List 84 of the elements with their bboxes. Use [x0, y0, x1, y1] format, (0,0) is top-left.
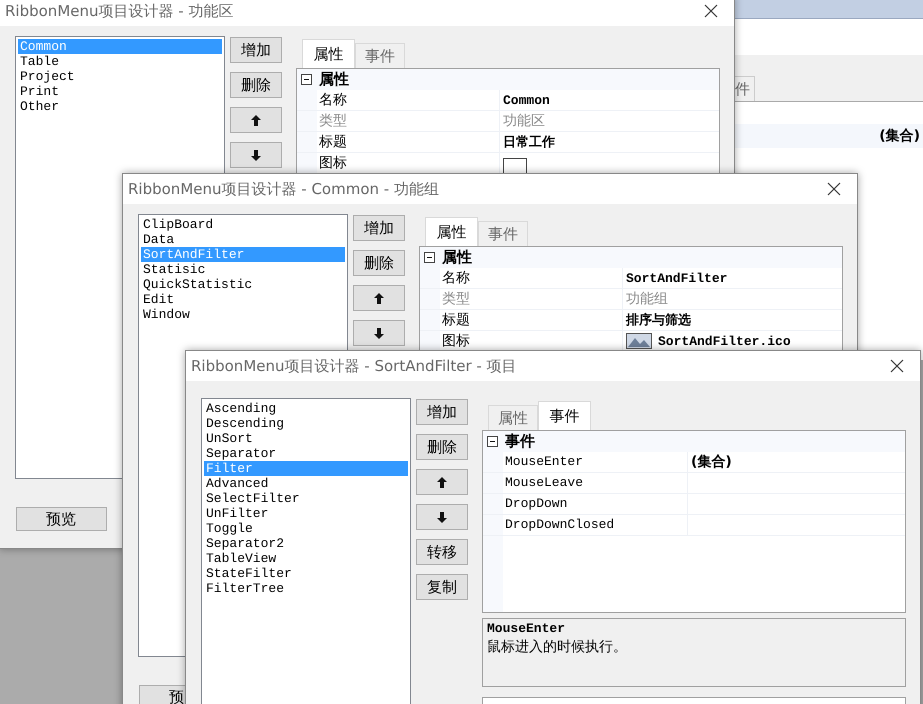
collapse-icon[interactable]	[424, 252, 435, 263]
move-up-button[interactable]	[416, 469, 468, 495]
property-value: SortAndFilter	[626, 270, 728, 286]
action-button[interactable]: 增加	[230, 37, 282, 63]
property-value: 功能区	[503, 112, 545, 130]
category-label: 属性	[442, 248, 472, 267]
category-label: 事件	[505, 432, 535, 451]
list-item[interactable]: Toggle	[204, 521, 408, 536]
list-item[interactable]: UnFilter	[204, 506, 408, 521]
description-title: MouseEnter	[487, 621, 566, 636]
property-name: 类型	[317, 111, 500, 131]
property-value: Common	[503, 92, 550, 108]
down-arrow-icon	[251, 150, 261, 160]
property-name: MouseLeave	[503, 473, 688, 493]
list-item[interactable]: ClipBoard	[141, 217, 345, 232]
property-value: 功能组	[626, 290, 668, 308]
list-item[interactable]: Window	[141, 307, 345, 322]
property-value: 排序与筛选	[626, 312, 691, 329]
close-icon[interactable]	[890, 359, 904, 373]
close-icon[interactable]	[704, 4, 718, 18]
list-item[interactable]: SelectFilter	[204, 491, 408, 506]
window-title: RibbonMenu项目设计器 - 功能区	[5, 2, 234, 20]
move-up-button[interactable]	[353, 285, 405, 311]
tab[interactable]: 事件	[355, 43, 405, 68]
list-item[interactable]: Separator2	[204, 536, 408, 551]
list-item[interactable]: StateFilter	[204, 566, 408, 581]
list-item[interactable]: Edit	[141, 292, 345, 307]
list-item[interactable]: TableView	[204, 551, 408, 566]
action-button[interactable]: 增加	[353, 215, 405, 241]
property-name: DropDownClosed	[503, 515, 688, 535]
property-value: 日常工作	[503, 134, 555, 151]
action-button[interactable]: 增加	[416, 399, 468, 425]
tab[interactable]: 属性	[302, 39, 355, 68]
list-item[interactable]: Descending	[204, 416, 408, 431]
action-button[interactable]: 复制	[416, 574, 468, 600]
tab[interactable]: 事件	[538, 401, 591, 430]
image-icon	[626, 333, 652, 349]
tab[interactable]: 件	[735, 76, 755, 101]
move-down-button[interactable]	[353, 320, 405, 346]
list-item[interactable]: Table	[18, 54, 222, 69]
list-item[interactable]: Statisic	[141, 262, 345, 277]
list-item[interactable]: QuickStatistic	[141, 277, 345, 292]
list-item[interactable]: Advanced	[204, 476, 408, 491]
collapse-icon[interactable]	[487, 436, 498, 447]
property-name: 名称	[317, 90, 500, 110]
list-item[interactable]: Print	[18, 84, 222, 99]
property-value: (集合)	[879, 127, 921, 145]
window-title: RibbonMenu项目设计器 - SortAndFilter - 项目	[191, 356, 517, 376]
property-name: 标题	[440, 310, 623, 330]
list-item[interactable]: Ascending	[204, 401, 408, 416]
property-name: DropDown	[503, 494, 688, 514]
action-button[interactable]: 转移	[416, 539, 468, 565]
tab[interactable]: 属性	[488, 405, 538, 430]
close-icon[interactable]	[827, 182, 841, 196]
property-value: SortAndFilter.ico	[658, 334, 791, 348]
action-button[interactable]: 删除	[353, 250, 405, 276]
up-arrow-icon	[251, 114, 261, 126]
list-item[interactable]: FilterTree	[204, 581, 408, 596]
list-item[interactable]: UnSort	[204, 431, 408, 446]
list-item[interactable]: Project	[18, 69, 222, 84]
collapse-icon[interactable]	[301, 74, 312, 85]
up-arrow-icon	[374, 292, 384, 304]
category-label: 属性	[319, 70, 349, 89]
down-arrow-icon	[437, 512, 447, 522]
list-item[interactable]: Separator	[204, 446, 408, 461]
down-arrow-icon	[374, 328, 384, 338]
property-name: 标题	[317, 132, 500, 152]
move-up-button[interactable]	[230, 107, 282, 133]
list-item[interactable]: Data	[141, 232, 345, 247]
description-text: 鼠标进入的时候执行。	[487, 638, 628, 656]
list-item[interactable]: Other	[18, 99, 222, 114]
tab[interactable]: 事件	[478, 221, 528, 246]
up-arrow-icon	[437, 476, 447, 488]
move-down-button[interactable]	[416, 504, 468, 530]
property-name: MouseEnter	[503, 452, 688, 472]
move-down-button[interactable]	[230, 142, 282, 168]
tab[interactable]: 属性	[425, 217, 478, 246]
property-value: (集合)	[691, 453, 732, 471]
property-name: 类型	[440, 289, 623, 309]
action-button[interactable]: 删除	[416, 434, 468, 460]
preview-button[interactable]: 预览	[16, 507, 107, 531]
action-button[interactable]: 删除	[230, 72, 282, 98]
property-name: 名称	[440, 268, 623, 288]
window-title: RibbonMenu项目设计器 - Common - 功能组	[128, 180, 439, 198]
